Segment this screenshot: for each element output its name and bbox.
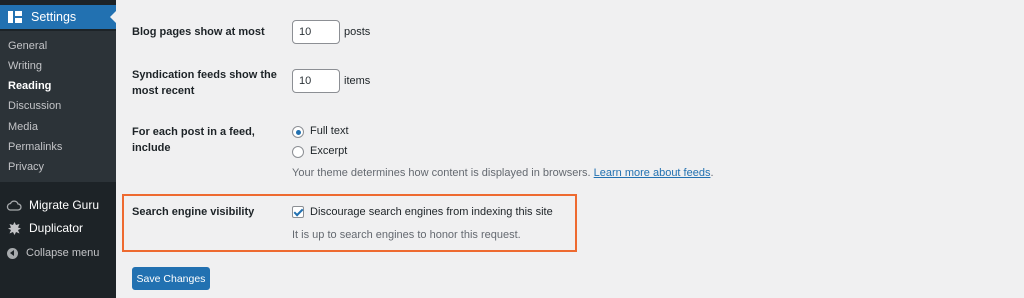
feed-description: Your theme determines how content is dis… [292, 167, 714, 179]
excerpt-radio[interactable] [292, 146, 304, 158]
sidebar-item-writing[interactable]: Writing [8, 60, 42, 72]
sidebar-item-label: Duplicator [29, 221, 84, 235]
sidebar-item-reading[interactable]: Reading [8, 80, 51, 92]
sidebar-item-privacy[interactable]: Privacy [8, 161, 44, 173]
sidebar-item-permalinks[interactable]: Permalinks [8, 141, 62, 153]
collapse-menu-button[interactable]: Collapse menu [0, 244, 116, 262]
sidebar-item-duplicator[interactable]: Duplicator [0, 217, 116, 239]
excerpt-label[interactable]: Excerpt [310, 145, 347, 157]
blog-pages-label: Blog pages show at most [132, 26, 265, 38]
settings-submenu: General Writing Reading Discussion Media… [0, 31, 116, 182]
feed-include-label: For each post in a feed, include [132, 126, 255, 154]
feed-description-text: Your theme determines how content is dis… [292, 167, 591, 179]
sidebar-item-media[interactable]: Media [8, 121, 38, 133]
blog-pages-unit: posts [344, 26, 371, 38]
search-visibility-highlight [122, 194, 577, 252]
search-visibility-description: It is up to search engines to honor this… [292, 229, 521, 241]
save-changes-button[interactable]: Save Changes [132, 267, 210, 290]
current-menu-arrow [110, 11, 116, 23]
sidebar-item-label: Migrate Guru [29, 198, 100, 212]
sidebar-item-label: Settings [31, 10, 77, 24]
discourage-search-checkbox[interactable] [292, 206, 304, 218]
full-text-label[interactable]: Full text [310, 125, 349, 137]
feed-description-period: . [710, 167, 714, 179]
discourage-search-label[interactable]: Discourage search engines from indexing … [310, 206, 553, 218]
blog-pages-input[interactable] [292, 20, 340, 44]
full-text-radio[interactable] [292, 126, 304, 138]
cloud-icon [6, 197, 22, 213]
duplicator-icon [6, 220, 22, 236]
sidebar-item-general[interactable]: General [8, 40, 47, 52]
settings-icon [8, 11, 22, 23]
search-visibility-label: Search engine visibility [132, 206, 255, 218]
syndication-unit: items [344, 75, 371, 87]
syndication-input[interactable] [292, 69, 340, 93]
collapse-menu-label: Collapse menu [26, 247, 100, 259]
syndication-label: Syndication feeds show the most recent [132, 69, 277, 97]
admin-sidebar: Settings General Writing Reading Discuss… [0, 0, 116, 298]
sidebar-item-migrate-guru[interactable]: Migrate Guru [0, 194, 116, 216]
sidebar-item-discussion[interactable]: Discussion [8, 100, 61, 112]
sidebar-item-settings[interactable]: Settings [0, 5, 116, 29]
learn-more-feeds-link[interactable]: Learn more about feeds [594, 167, 711, 179]
collapse-arrow-icon [7, 247, 18, 259]
